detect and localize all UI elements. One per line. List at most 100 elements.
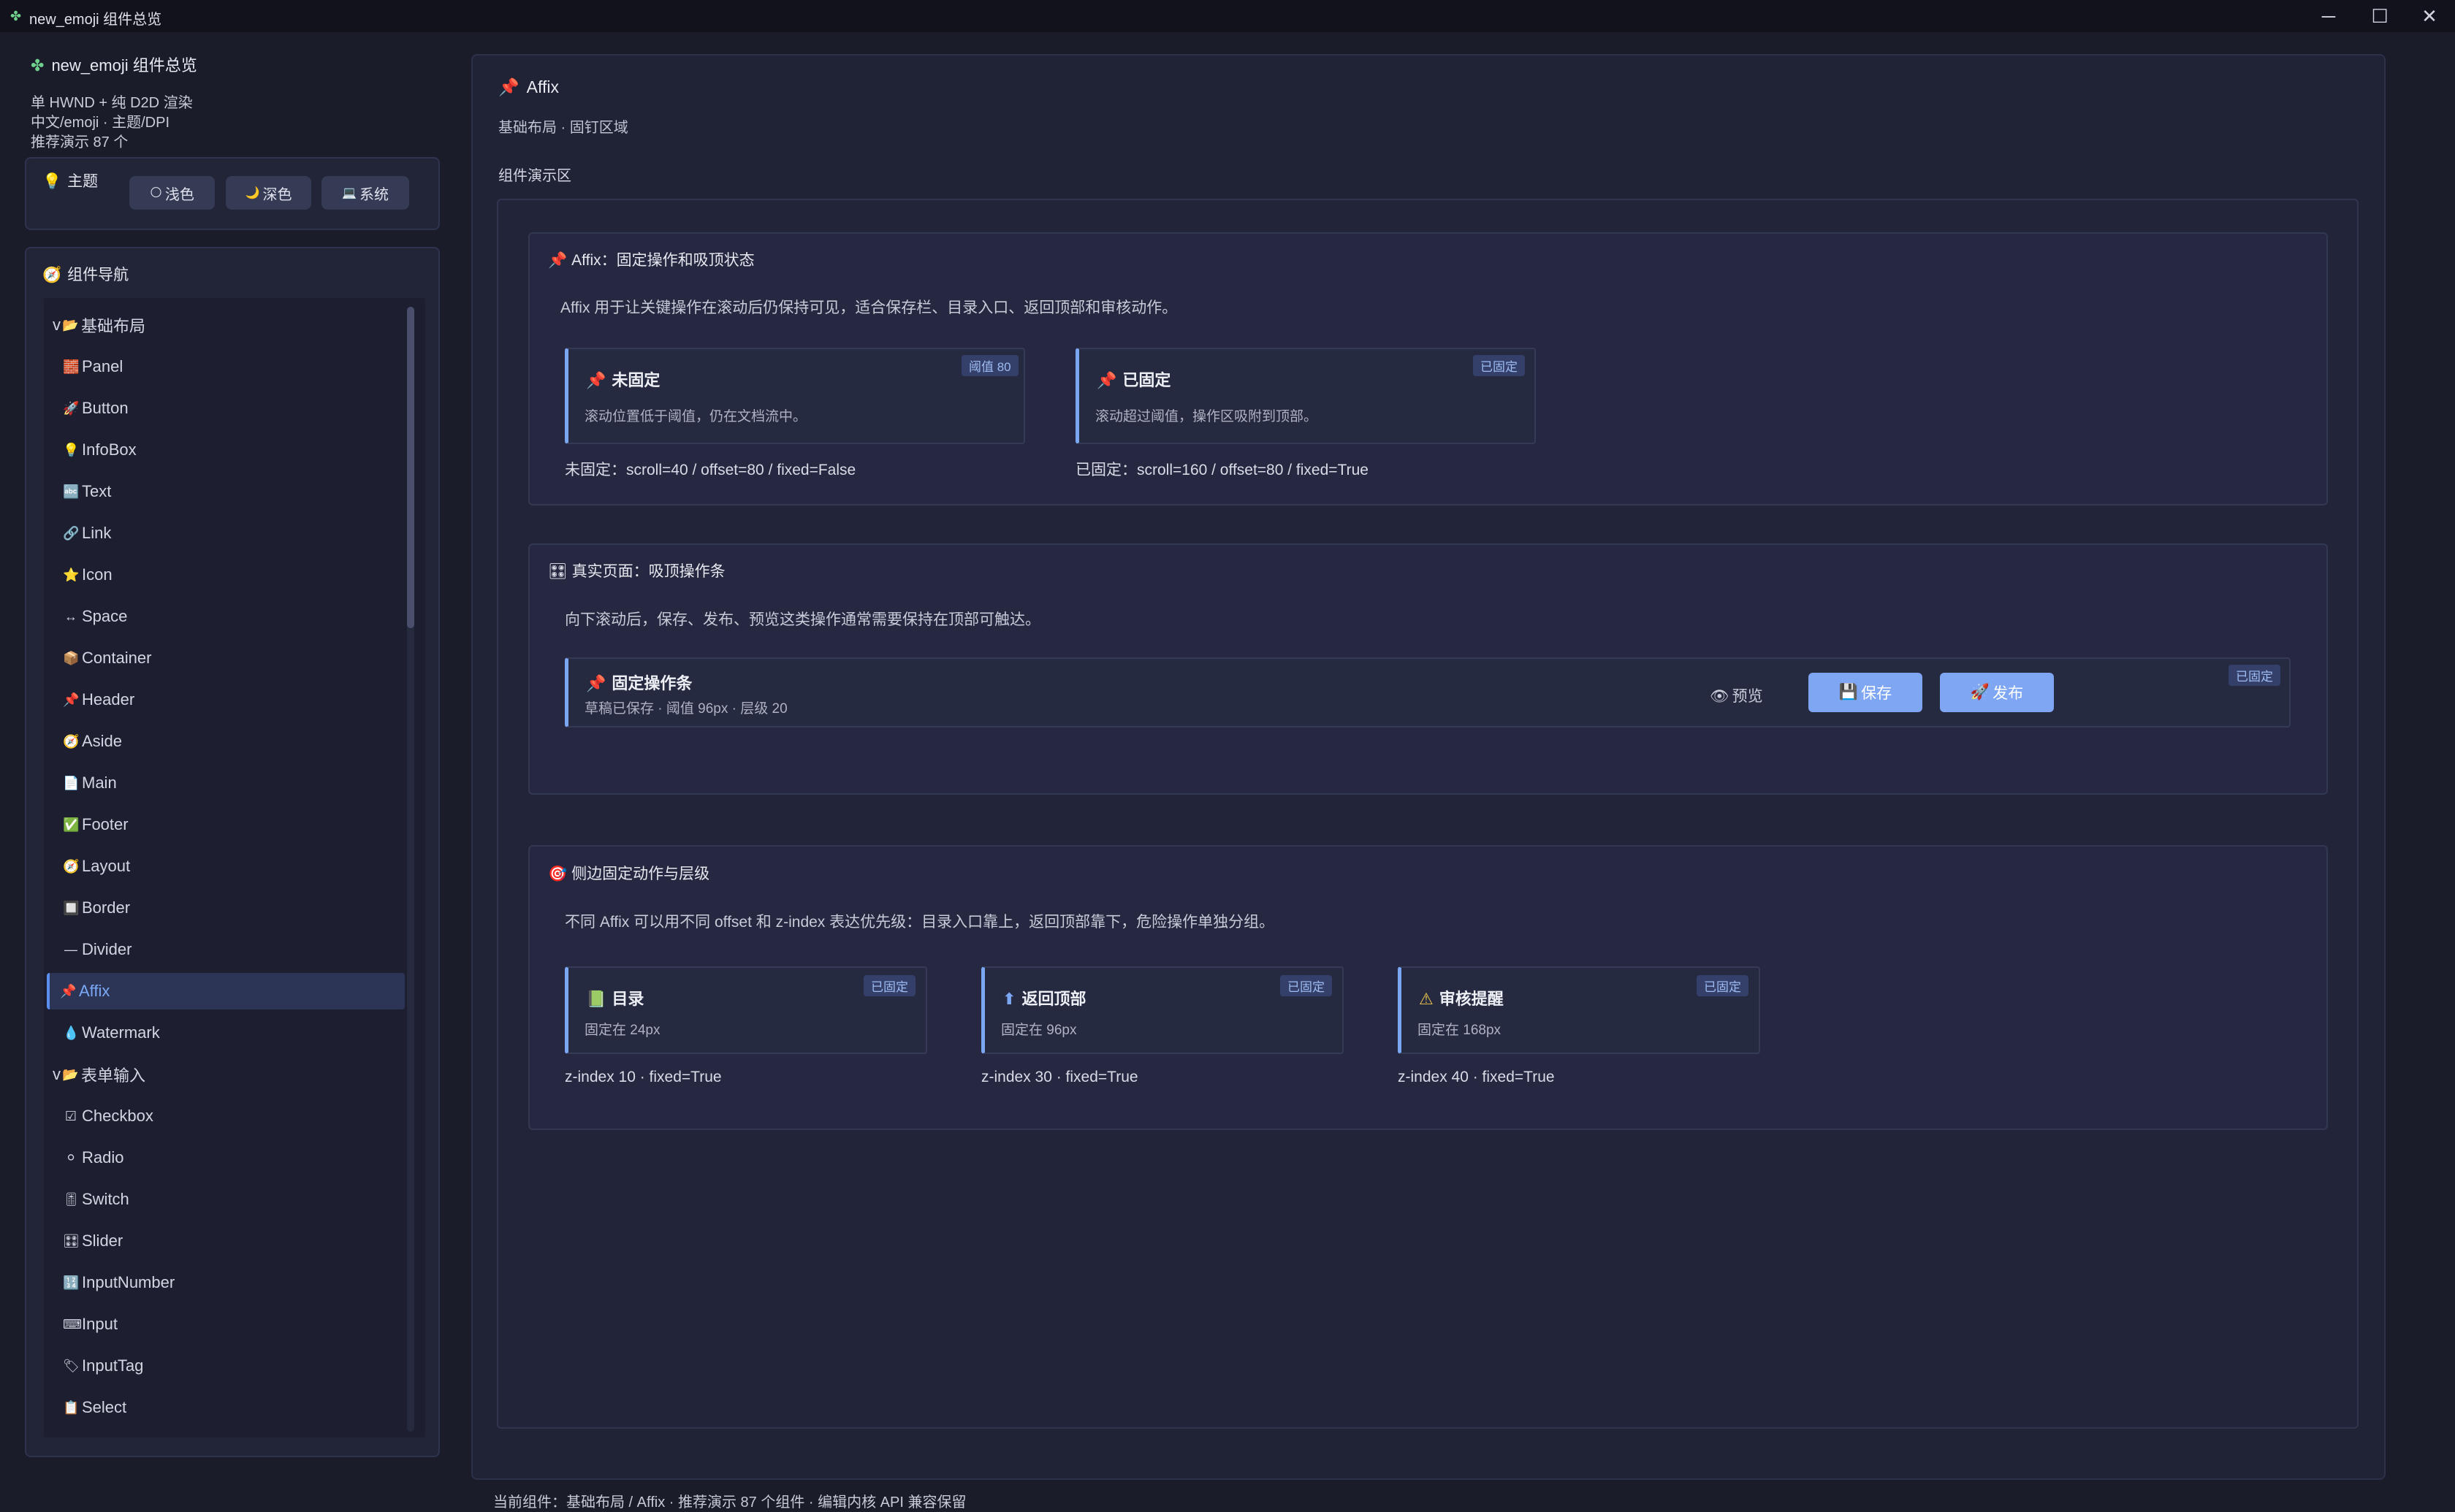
pin-icon: 📌 xyxy=(586,371,606,389)
page-subtitle: 基础布局 · 固钉区域 xyxy=(498,120,628,136)
nav-item-label: Divider xyxy=(82,940,132,958)
save-button[interactable]: 💾 保存 xyxy=(1808,673,1922,712)
nav-item[interactable]: 🎚 Switch xyxy=(53,1181,403,1218)
nav-item-label: InfoBox xyxy=(82,440,137,459)
nav-item-icon: 📂 xyxy=(62,317,79,332)
fixed-badge: 已固定 xyxy=(1697,975,1748,996)
card-desc: 固定在 24px xyxy=(585,1023,661,1038)
nav-item-label: Icon xyxy=(82,565,113,584)
nav-item-icon: ✅ xyxy=(63,817,80,832)
window-title: new_emoji 组件总览 xyxy=(29,12,162,28)
slider-icon: 🎛 xyxy=(548,563,568,580)
close-button[interactable]: ✕ xyxy=(2406,3,2453,29)
nav-item-label: 表单输入 xyxy=(81,1066,146,1085)
nav-item-icon: 📦 xyxy=(63,650,80,665)
card-desc: 固定在 168px xyxy=(1417,1023,1501,1038)
nav-group[interactable]: v 📂 表单输入 xyxy=(53,1056,403,1093)
nav-item-label: Layout xyxy=(82,857,131,875)
preview-button[interactable]: 👁 预览 xyxy=(1710,684,1763,706)
section-title: 🎛 真实页面：吸顶操作条 xyxy=(548,563,726,580)
nav-item-label: Aside xyxy=(82,732,123,750)
sun-icon: 🌕 xyxy=(150,187,162,199)
nav-item-label: Header xyxy=(82,690,135,709)
title-bar: ✤ new_emoji 组件总览 ─ ☐ ✕ xyxy=(0,0,2455,32)
sidebar-desc-line: 中文/emoji · 主题/DPI xyxy=(31,115,170,131)
nav-item-label: Button xyxy=(82,399,129,417)
nav-group[interactable]: v 📂 基础布局 xyxy=(53,307,403,343)
card-status-line: z-index 30 · fixed=True xyxy=(981,1069,1138,1085)
nav-item[interactable]: ✅ Footer xyxy=(53,806,403,843)
compass-icon: 🧭 xyxy=(42,267,62,283)
minimize-button[interactable]: ─ xyxy=(2305,3,2352,29)
theme-dark-button[interactable]: 🌙 深色 xyxy=(226,176,311,210)
maximize-button[interactable]: ☐ xyxy=(2356,3,2403,29)
nav-item[interactable]: 🧭 Layout xyxy=(53,848,403,885)
nav-item[interactable]: 🔗 Link xyxy=(53,515,403,551)
card-title: 📌 已固定 xyxy=(1097,371,1171,389)
card-title: ⚠ 审核提醒 xyxy=(1419,990,1504,1008)
nav-item-label: Select xyxy=(82,1398,127,1416)
nav-item[interactable]: ⚪ Radio xyxy=(53,1139,403,1176)
nav-item[interactable]: 📦 Container xyxy=(53,640,403,676)
theme-light-button[interactable]: 🌕 浅色 xyxy=(129,176,215,210)
section-desc: Affix 用于让关键操作在滚动后仍保持可见，适合保存栏、目录入口、返回顶部和审… xyxy=(560,299,1178,316)
publish-button[interactable]: 🚀 发布 xyxy=(1940,673,2054,712)
nav-item[interactable]: 🔤 Text xyxy=(53,473,403,510)
nav-item-label: Checkbox xyxy=(82,1107,153,1125)
nav-item-label: Border xyxy=(82,898,131,917)
nav-item[interactable]: 🚀 Button xyxy=(53,390,403,427)
nav-item[interactable]: 🔢 InputNumber xyxy=(53,1264,403,1301)
card-desc: 滚动位置低于阈值，仍在文档流中。 xyxy=(585,409,807,424)
sidebar-desc-line: 单 HWND + 纯 D2D 渲染 xyxy=(31,95,193,111)
section-title: 📌 Affix：固定操作和吸顶状态 xyxy=(548,252,755,269)
nav-item[interactable]: ⌨ Input xyxy=(53,1306,403,1343)
nav-item-icon: 📌 xyxy=(60,983,77,999)
nav-item[interactable]: ☑ Checkbox xyxy=(53,1098,403,1134)
nav-item-label: InputNumber xyxy=(82,1273,175,1291)
nav-item-icon: ⭐ xyxy=(63,567,80,582)
nav-item[interactable]: 📌 Header xyxy=(53,681,403,718)
nav-item-label: Affix xyxy=(79,982,110,1000)
nav-item-label: Radio xyxy=(82,1148,124,1167)
nav-item-label: Space xyxy=(82,607,128,625)
nav-item-icon: 🔤 xyxy=(63,484,80,499)
nav-item[interactable]: 🔲 Border xyxy=(53,890,403,926)
theme-system-button[interactable]: 💻 系统 xyxy=(321,176,409,210)
bar-desc: 草稿已保存 · 阈值 96px · 层级 20 xyxy=(585,701,788,717)
card-title: 📌 未固定 xyxy=(586,371,661,389)
nav-item[interactable]: ⭐ Icon xyxy=(53,557,403,593)
nav-item[interactable]: 📄 Main xyxy=(53,765,403,801)
nav-item[interactable]: 🎛 Slider xyxy=(53,1223,403,1259)
nav-item[interactable]: 💡 InfoBox xyxy=(53,432,403,468)
nav-item-icon: — xyxy=(64,942,77,957)
nav-item[interactable]: 📌 Affix xyxy=(47,973,405,1009)
nav-item-icon: 🔲 xyxy=(63,900,80,915)
target-icon: 🎯 xyxy=(548,866,568,882)
nav-item-icon: 💡 xyxy=(63,442,80,457)
nav-item-label: Footer xyxy=(82,815,129,833)
save-icon: 💾 xyxy=(1838,684,1859,700)
rocket-icon: 🚀 xyxy=(1970,684,1990,700)
card-status-line: 已固定：scroll=160 / offset=80 / fixed=True xyxy=(1076,462,1369,478)
nav-item[interactable]: ↔ Space xyxy=(53,598,403,635)
nav-item-icon: ☑ xyxy=(64,1108,77,1123)
affix-card-fixed xyxy=(1076,348,1536,444)
nav-item[interactable]: 🏷 InputTag xyxy=(53,1348,403,1384)
nav-item[interactable]: 🧱 Panel xyxy=(53,348,403,385)
nav-item-icon: 🎚 xyxy=(63,1191,80,1207)
page-title: 📌 Affix xyxy=(498,77,559,96)
nav-item[interactable]: 📋 Select xyxy=(53,1389,403,1426)
nav-item-icon: 🚀 xyxy=(63,400,80,416)
nav-item[interactable]: 💧 Watermark xyxy=(53,1015,403,1051)
nav-item[interactable]: — Divider xyxy=(53,931,403,968)
fixed-badge: 已固定 xyxy=(864,975,916,996)
card-desc: 固定在 96px xyxy=(1001,1023,1077,1038)
nav-item-icon: 🎛 xyxy=(63,1233,80,1248)
nav-item[interactable]: 🧭 Aside xyxy=(53,723,403,760)
nav-scrollbar-thumb[interactable] xyxy=(407,307,414,628)
app-icon: ✤ xyxy=(10,9,22,23)
puzzle-icon: ✤ xyxy=(31,56,45,75)
arrow-up-icon: ⬆ xyxy=(1002,990,1016,1008)
moon-icon: 🌙 xyxy=(245,187,260,199)
card-title: 📗 目录 xyxy=(586,990,644,1008)
